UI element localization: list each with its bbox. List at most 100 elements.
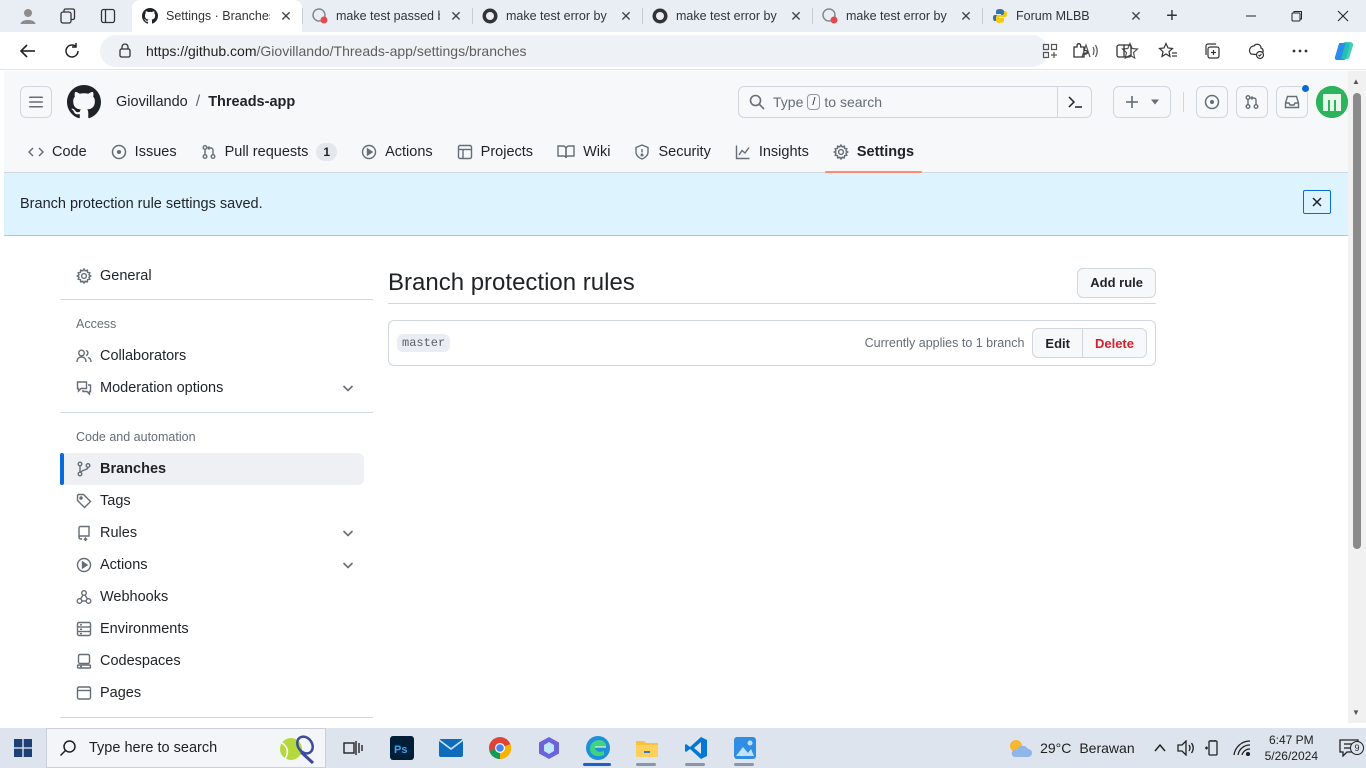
more-options-icon[interactable] xyxy=(1278,32,1322,70)
browser-tab-settings[interactable]: Settings · Branches · Giovillando/Thread… xyxy=(132,0,302,32)
browser-tab[interactable]: Forum MLBB ✕ xyxy=(982,0,1152,32)
sidebar-item-rules[interactable]: Rules xyxy=(60,517,364,549)
new-tab-button[interactable]: + xyxy=(1152,5,1192,28)
sidebar-item-tags[interactable]: Tags xyxy=(60,485,364,517)
minimize-icon[interactable] xyxy=(1228,0,1274,32)
github-logo-icon[interactable] xyxy=(67,85,101,119)
sidebar-item-general[interactable]: General xyxy=(60,260,364,292)
wifi-icon[interactable] xyxy=(1232,740,1251,756)
split-screen-icon[interactable] xyxy=(1102,32,1146,70)
git-branch-icon xyxy=(77,461,91,477)
photos-icon xyxy=(733,737,756,759)
restore-icon[interactable] xyxy=(1274,0,1320,32)
owner-link[interactable]: Giovillando xyxy=(116,94,188,110)
weather-widget[interactable]: 29°C Berawan xyxy=(1006,737,1135,759)
tab-title: make test passed by Giovillando xyxy=(336,9,440,23)
scroll-down-icon[interactable]: ▼ xyxy=(1352,708,1360,717)
code-icon xyxy=(28,147,44,157)
sidebar-item-label: Webhooks xyxy=(100,589,169,605)
close-tab-icon[interactable]: ✕ xyxy=(278,8,294,25)
tab-insights-label: Insights xyxy=(758,144,809,160)
page-scrollbar[interactable]: ▲ ▼ xyxy=(1348,71,1366,723)
browser-tab[interactable]: make test error by Giovillando ✕ xyxy=(812,0,982,32)
close-tab-icon[interactable]: ✕ xyxy=(958,8,974,25)
task-view-button[interactable] xyxy=(328,728,377,768)
close-tab-icon[interactable]: ✕ xyxy=(788,8,804,25)
browser-tab[interactable]: make test error by Giovillando ✕ xyxy=(472,0,642,32)
tab-actions-icon[interactable] xyxy=(88,0,128,32)
browser-essentials-icon[interactable] xyxy=(1234,32,1278,70)
tab-title: Forum MLBB xyxy=(1016,9,1090,23)
branch-protection-panel: Branch protection rules Add rule master … xyxy=(388,262,1156,366)
scroll-up-icon[interactable]: ▲ xyxy=(1352,77,1360,86)
close-tab-icon[interactable]: ✕ xyxy=(1128,8,1144,25)
workspaces-icon[interactable] xyxy=(48,0,88,32)
issues-button[interactable] xyxy=(1196,86,1228,118)
favorites-icon[interactable] xyxy=(1146,32,1190,70)
sidebar-item-branches[interactable]: Branches xyxy=(60,453,364,485)
vscode-app[interactable] xyxy=(671,728,720,768)
chevron-down-icon[interactable] xyxy=(340,380,356,396)
sidebar-heading-code: Code and automation xyxy=(76,430,196,444)
search-input[interactable]: Type / to search xyxy=(738,86,1092,118)
chevron-down-icon[interactable] xyxy=(340,525,356,541)
file-explorer-app[interactable] xyxy=(622,728,671,768)
lock-icon[interactable] xyxy=(118,42,146,61)
close-window-icon[interactable] xyxy=(1320,0,1366,32)
battery-icon[interactable] xyxy=(1204,740,1223,756)
chevron-up-icon[interactable] xyxy=(1153,741,1167,755)
tab-issues[interactable]: Issues xyxy=(103,131,185,173)
tab-insights[interactable]: Insights xyxy=(727,131,817,173)
browser-tab[interactable]: make test error by Giovillando ✕ xyxy=(642,0,812,32)
window-controls xyxy=(1228,0,1366,32)
extensions-icon[interactable] xyxy=(1058,32,1102,70)
start-button[interactable] xyxy=(0,728,46,768)
tab-settings[interactable]: Settings xyxy=(824,131,923,173)
create-new-button[interactable] xyxy=(1113,86,1171,118)
notifications-button[interactable]: 9 xyxy=(1332,739,1366,757)
browser-tab[interactable]: make test passed by Giovillando ✕ xyxy=(302,0,472,32)
mail-app[interactable] xyxy=(426,728,475,768)
tab-actions[interactable]: Actions xyxy=(353,131,441,173)
command-palette-button[interactable] xyxy=(1057,87,1091,117)
tab-projects[interactable]: Projects xyxy=(449,131,541,173)
pull-requests-button[interactable] xyxy=(1236,86,1268,118)
sidebar-item-webhooks[interactable]: Webhooks xyxy=(60,581,364,613)
sidebar-item-collaborators[interactable]: Collaborators xyxy=(60,340,364,372)
back-button[interactable] xyxy=(6,32,50,70)
tab-code[interactable]: Code xyxy=(20,131,95,173)
tab-wiki[interactable]: Wiki xyxy=(549,131,618,173)
sidebar-item-actions[interactable]: Actions xyxy=(60,549,364,581)
photos-app[interactable] xyxy=(720,728,769,768)
refresh-button[interactable] xyxy=(50,32,94,70)
collections-icon[interactable] xyxy=(1190,32,1234,70)
repo-link[interactable]: Threads-app xyxy=(208,94,295,110)
taskbar-search-input[interactable]: Type here to search xyxy=(46,728,326,768)
close-tab-icon[interactable]: ✕ xyxy=(448,8,464,25)
global-nav-button[interactable] xyxy=(20,86,52,118)
address-bar[interactable]: https://github.com/Giovillando/Threads-a… xyxy=(100,35,1139,67)
chevron-down-icon[interactable] xyxy=(340,557,356,573)
hexagon-app[interactable] xyxy=(524,728,573,768)
photoshop-app[interactable]: Ps xyxy=(377,728,426,768)
delete-rule-button[interactable]: Delete xyxy=(1082,328,1147,358)
volume-icon[interactable] xyxy=(1176,740,1195,756)
avatar[interactable] xyxy=(1316,86,1348,118)
sidebar-item-pages[interactable]: Pages xyxy=(60,677,364,709)
edit-rule-button[interactable]: Edit xyxy=(1032,328,1083,358)
inbox-button[interactable] xyxy=(1276,84,1310,118)
tab-pull-requests[interactable]: Pull requests 1 xyxy=(193,131,346,173)
scrollbar-thumb[interactable] xyxy=(1353,93,1361,549)
copilot-icon[interactable] xyxy=(1322,32,1366,70)
edge-app[interactable] xyxy=(573,728,622,768)
chrome-app[interactable] xyxy=(475,728,524,768)
system-clock[interactable]: 6:47 PM 5/26/2024 xyxy=(1265,732,1318,764)
tab-security[interactable]: Security xyxy=(626,131,718,173)
profile-icon[interactable] xyxy=(8,0,48,32)
dismiss-flash-button[interactable] xyxy=(1303,190,1331,214)
sidebar-item-codespaces[interactable]: Codespaces xyxy=(60,645,364,677)
sidebar-item-moderation[interactable]: Moderation options xyxy=(60,372,364,404)
add-rule-button[interactable]: Add rule xyxy=(1077,267,1156,298)
close-tab-icon[interactable]: ✕ xyxy=(618,8,634,25)
sidebar-item-environments[interactable]: Environments xyxy=(60,613,364,645)
